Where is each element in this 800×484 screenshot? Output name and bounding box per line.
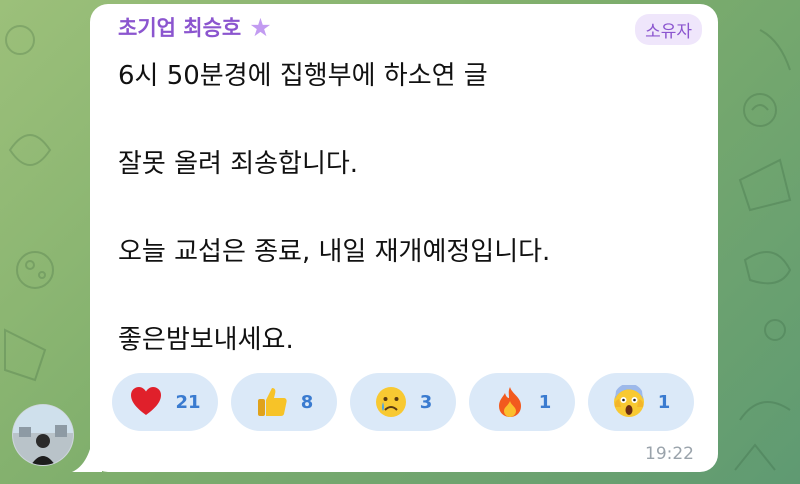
reaction-thumbs-up[interactable]: 8 xyxy=(231,373,337,431)
message-text: 6시 50분경에 집행부에 하소연 글 잘못 올려 죄송합니다. 오늘 교섭은 … xyxy=(118,54,698,362)
crying-face-icon xyxy=(374,385,408,419)
star-icon: ★ xyxy=(249,12,272,42)
red-heart-icon xyxy=(129,385,163,419)
message-line: 잘못 올려 죄송합니다. xyxy=(118,149,359,179)
reaction-screaming-face[interactable]: 1 xyxy=(588,373,694,431)
message-line: 좋은밤보내세요. xyxy=(118,325,294,355)
screaming-face-icon xyxy=(612,385,646,419)
reaction-count: 1 xyxy=(538,391,552,413)
avatar-photo-icon xyxy=(13,405,73,465)
reaction-count: 8 xyxy=(300,391,314,413)
fire-icon xyxy=(493,385,527,419)
owner-badge: 소유자 xyxy=(635,14,702,45)
reaction-heart[interactable]: 21 xyxy=(112,373,218,431)
sender-header[interactable]: 초기업 최승호 ★ xyxy=(118,12,272,42)
message-bubble[interactable]: 초기업 최승호 ★ 소유자 6시 50분경에 집행부에 하소연 글 잘못 올려 … xyxy=(90,4,718,472)
message-line xyxy=(118,186,698,230)
reaction-fire[interactable]: 1 xyxy=(469,373,575,431)
reaction-crying-face[interactable]: 3 xyxy=(350,373,456,431)
sender-name[interactable]: 초기업 최승호 xyxy=(118,12,241,42)
reactions-bar: 21 8 3 1 1 xyxy=(112,373,694,431)
reaction-count: 3 xyxy=(419,391,433,413)
sender-avatar[interactable] xyxy=(12,404,74,466)
message-line xyxy=(118,98,698,142)
message-line: 오늘 교섭은 종료, 내일 재개예정입니다. xyxy=(118,237,551,267)
message-line: 6시 50분경에 집행부에 하소연 글 xyxy=(118,61,488,91)
thumbs-up-icon xyxy=(255,385,289,419)
message-timestamp: 19:22 xyxy=(645,444,694,464)
reaction-count: 21 xyxy=(175,391,201,413)
message-line xyxy=(118,274,698,318)
reaction-count: 1 xyxy=(657,391,671,413)
